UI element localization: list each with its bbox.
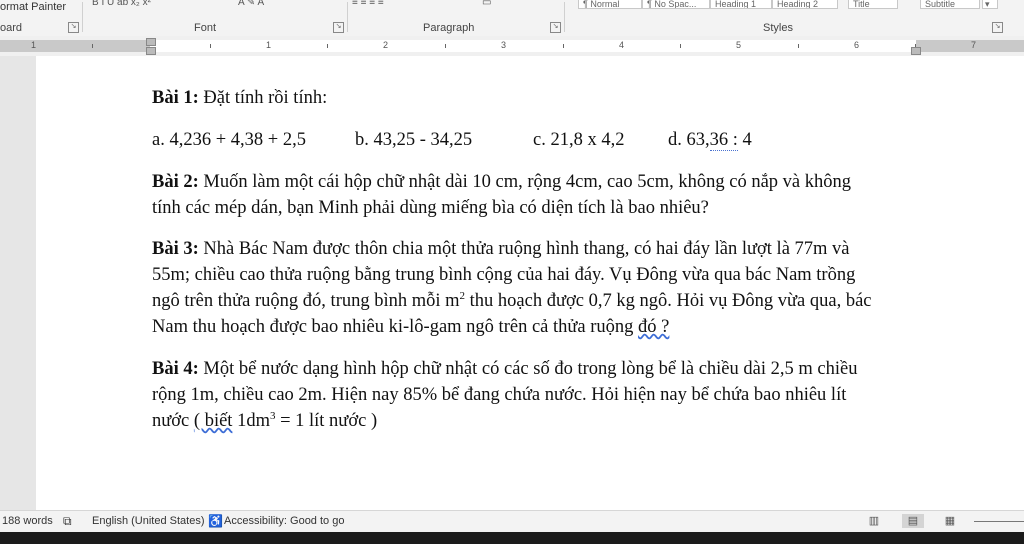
bai4-flagged-text[interactable]: ( biết xyxy=(194,411,233,431)
bai2-line-1: Bài 2: Muốn làm một cái hộp chữ nhật dài… xyxy=(152,170,851,195)
alignment-tools[interactable]: ≡ ≡ ≡ ≡ xyxy=(352,0,442,6)
zoom-slider[interactable] xyxy=(974,521,1024,522)
paragraph-launcher-icon[interactable]: ↘ xyxy=(550,22,561,33)
ribbon-separator xyxy=(564,2,565,32)
style-title[interactable]: Title xyxy=(848,0,898,9)
ribbon-separator xyxy=(82,2,83,32)
styles-scroll-icon[interactable]: ▾ xyxy=(982,0,998,9)
bai3-text-3b: thu hoạch được 0,7 kg ngô. Hỏi vụ Đông v… xyxy=(465,291,872,311)
ruler-number: 1 xyxy=(31,40,37,50)
bai4-text-1: Một bể nước dạng hình hộp chữ nhật có cá… xyxy=(198,359,858,379)
style-heading-1[interactable]: Heading 1 xyxy=(710,0,772,9)
status-bar: 188 words ⧉ English (United States) ♿ Ac… xyxy=(0,510,1024,533)
bai3-text-3a: ngô trên thửa ruộng đó, trung bình mỗi m xyxy=(152,291,460,311)
ruler-text-area xyxy=(150,40,916,52)
bai1-heading: Bài 1: Đặt tính rồi tính: xyxy=(152,86,327,111)
language-indicator[interactable]: English (United States) xyxy=(92,515,205,527)
first-line-indent-marker[interactable] xyxy=(146,38,156,46)
bai4-label: Bài 4: xyxy=(152,359,199,379)
bai3-text-4a: Nam thu hoạch được bao nhiêu ki-lô-gam n… xyxy=(152,317,639,337)
ribbon: ormat Painter B I U ab x₂ x² A ✎ A ≡ ≡ ≡… xyxy=(0,0,1024,37)
proofing-icon[interactable]: ⧉ xyxy=(63,514,72,529)
styles-launcher-icon[interactable]: ↘ xyxy=(992,22,1003,33)
bai1-text: Đặt tính rồi tính: xyxy=(198,88,328,108)
ruler-tick xyxy=(210,44,211,48)
bai3-flagged-text[interactable]: đó ? xyxy=(638,317,669,337)
ribbon-separator xyxy=(347,2,348,32)
format-painter-button[interactable]: ormat Painter xyxy=(0,1,66,13)
ruler-tick xyxy=(680,44,681,48)
word-count[interactable]: 188 words xyxy=(2,515,53,527)
taskbar xyxy=(0,532,1024,544)
ruler-number: 1 xyxy=(266,40,272,50)
ruler-number: 6 xyxy=(854,40,860,50)
ruler-tick xyxy=(563,44,564,48)
ruler-tick xyxy=(445,44,446,48)
horizontal-ruler[interactable]: 1 1 2 3 4 5 6 7 xyxy=(0,36,1024,56)
bai3-line-2: 55m; chiều cao thửa ruộng bằng trung bìn… xyxy=(152,265,856,285)
web-layout-icon[interactable]: ▦ xyxy=(942,514,958,528)
style-subtitle[interactable]: Subtitle xyxy=(920,0,980,9)
hanging-indent-marker[interactable] xyxy=(146,47,156,55)
bai3-line-4: Nam thu hoạch được bao nhiêu ki-lô-gam n… xyxy=(152,315,669,340)
ruler-left-margin xyxy=(0,40,150,52)
font-color-tools[interactable]: A ✎ A xyxy=(238,0,328,6)
bai3-line-1: Bài 3: Nhà Bác Nam được thôn chia một th… xyxy=(152,237,850,262)
bai2-line-2: tính các mép dán, bạn Minh phải dùng miế… xyxy=(152,198,709,218)
print-layout-icon[interactable]: ▤ xyxy=(902,514,924,528)
bai3-text-1: Nhà Bác Nam được thôn chia một thửa ruộn… xyxy=(198,239,850,259)
ruler-right-margin xyxy=(916,40,1024,52)
style-no-spacing[interactable]: ¶ No Spac... xyxy=(642,0,710,9)
bai2-text-1: Muốn làm một cái hộp chữ nhật dài 10 cm,… xyxy=(198,172,852,192)
bai1-label: Bài 1: xyxy=(152,88,199,108)
bai1-item-d: d. 63,36 : 4 xyxy=(668,128,752,153)
font-launcher-icon[interactable]: ↘ xyxy=(333,22,344,33)
font-format-tools[interactable]: B I U ab x₂ x² xyxy=(92,0,152,6)
accessibility-icon[interactable]: ♿ xyxy=(208,514,223,528)
bai4-text-3b: 1dm xyxy=(232,411,270,431)
bai4-line-3: nước ( biết 1dm3 = 1 lít nước ) xyxy=(152,409,377,434)
clipboard-group-label: oard xyxy=(0,22,23,34)
ruler-tick xyxy=(798,44,799,48)
document-canvas[interactable]: Bài 1: Đặt tính rồi tính: a. 4,236 + 4,3… xyxy=(0,56,1024,510)
font-group-label: Font xyxy=(194,22,217,34)
bai4-line-2: rộng 1m, chiều cao 2m. Hiện nay 85% bể đ… xyxy=(152,385,847,405)
styles-group-label: Styles xyxy=(763,22,793,34)
shading-tool[interactable]: ▭ xyxy=(482,0,512,6)
ruler-tick xyxy=(327,44,328,48)
bai4-text-3a: nước xyxy=(152,411,194,431)
clipboard-launcher-icon[interactable]: ↘ xyxy=(68,22,79,33)
bai1-item-d-prefix: d. 63, xyxy=(668,130,710,150)
bai1-item-a: a. 4,236 + 4,38 + 2,5 xyxy=(152,130,306,150)
ruler-number: 4 xyxy=(619,40,625,50)
bai1-item-c: c. 21,8 x 4,2 xyxy=(533,130,625,150)
ruler-number: 5 xyxy=(736,40,742,50)
bai3-label: Bài 3: xyxy=(152,239,199,259)
bai1-item-d-suffix: 4 xyxy=(737,130,752,150)
paragraph-group-label: Paragraph xyxy=(423,22,475,34)
bai4-text-3c: = 1 lít nước ) xyxy=(275,411,378,431)
bai1-item-d-flagged[interactable]: 36 : xyxy=(709,130,738,151)
right-indent-marker[interactable] xyxy=(911,47,921,55)
bai4-line-1: Bài 4: Một bể nước dạng hình hộp chữ nhậ… xyxy=(152,357,857,382)
accessibility-status[interactable]: Accessibility: Good to go xyxy=(224,515,344,527)
ruler-tick xyxy=(92,44,93,48)
ruler-number: 3 xyxy=(501,40,507,50)
bai1-item-b: b. 43,25 - 34,25 xyxy=(355,130,473,150)
bai3-line-3: ngô trên thửa ruộng đó, trung bình mỗi m… xyxy=(152,289,872,314)
ruler-number: 7 xyxy=(971,40,977,50)
read-mode-icon[interactable]: ▥ xyxy=(866,514,882,528)
style-heading-2[interactable]: Heading 2 xyxy=(772,0,838,9)
ruler-number: 2 xyxy=(383,40,389,50)
bai2-label: Bài 2: xyxy=(152,172,199,192)
style-normal[interactable]: ¶ Normal xyxy=(578,0,642,9)
